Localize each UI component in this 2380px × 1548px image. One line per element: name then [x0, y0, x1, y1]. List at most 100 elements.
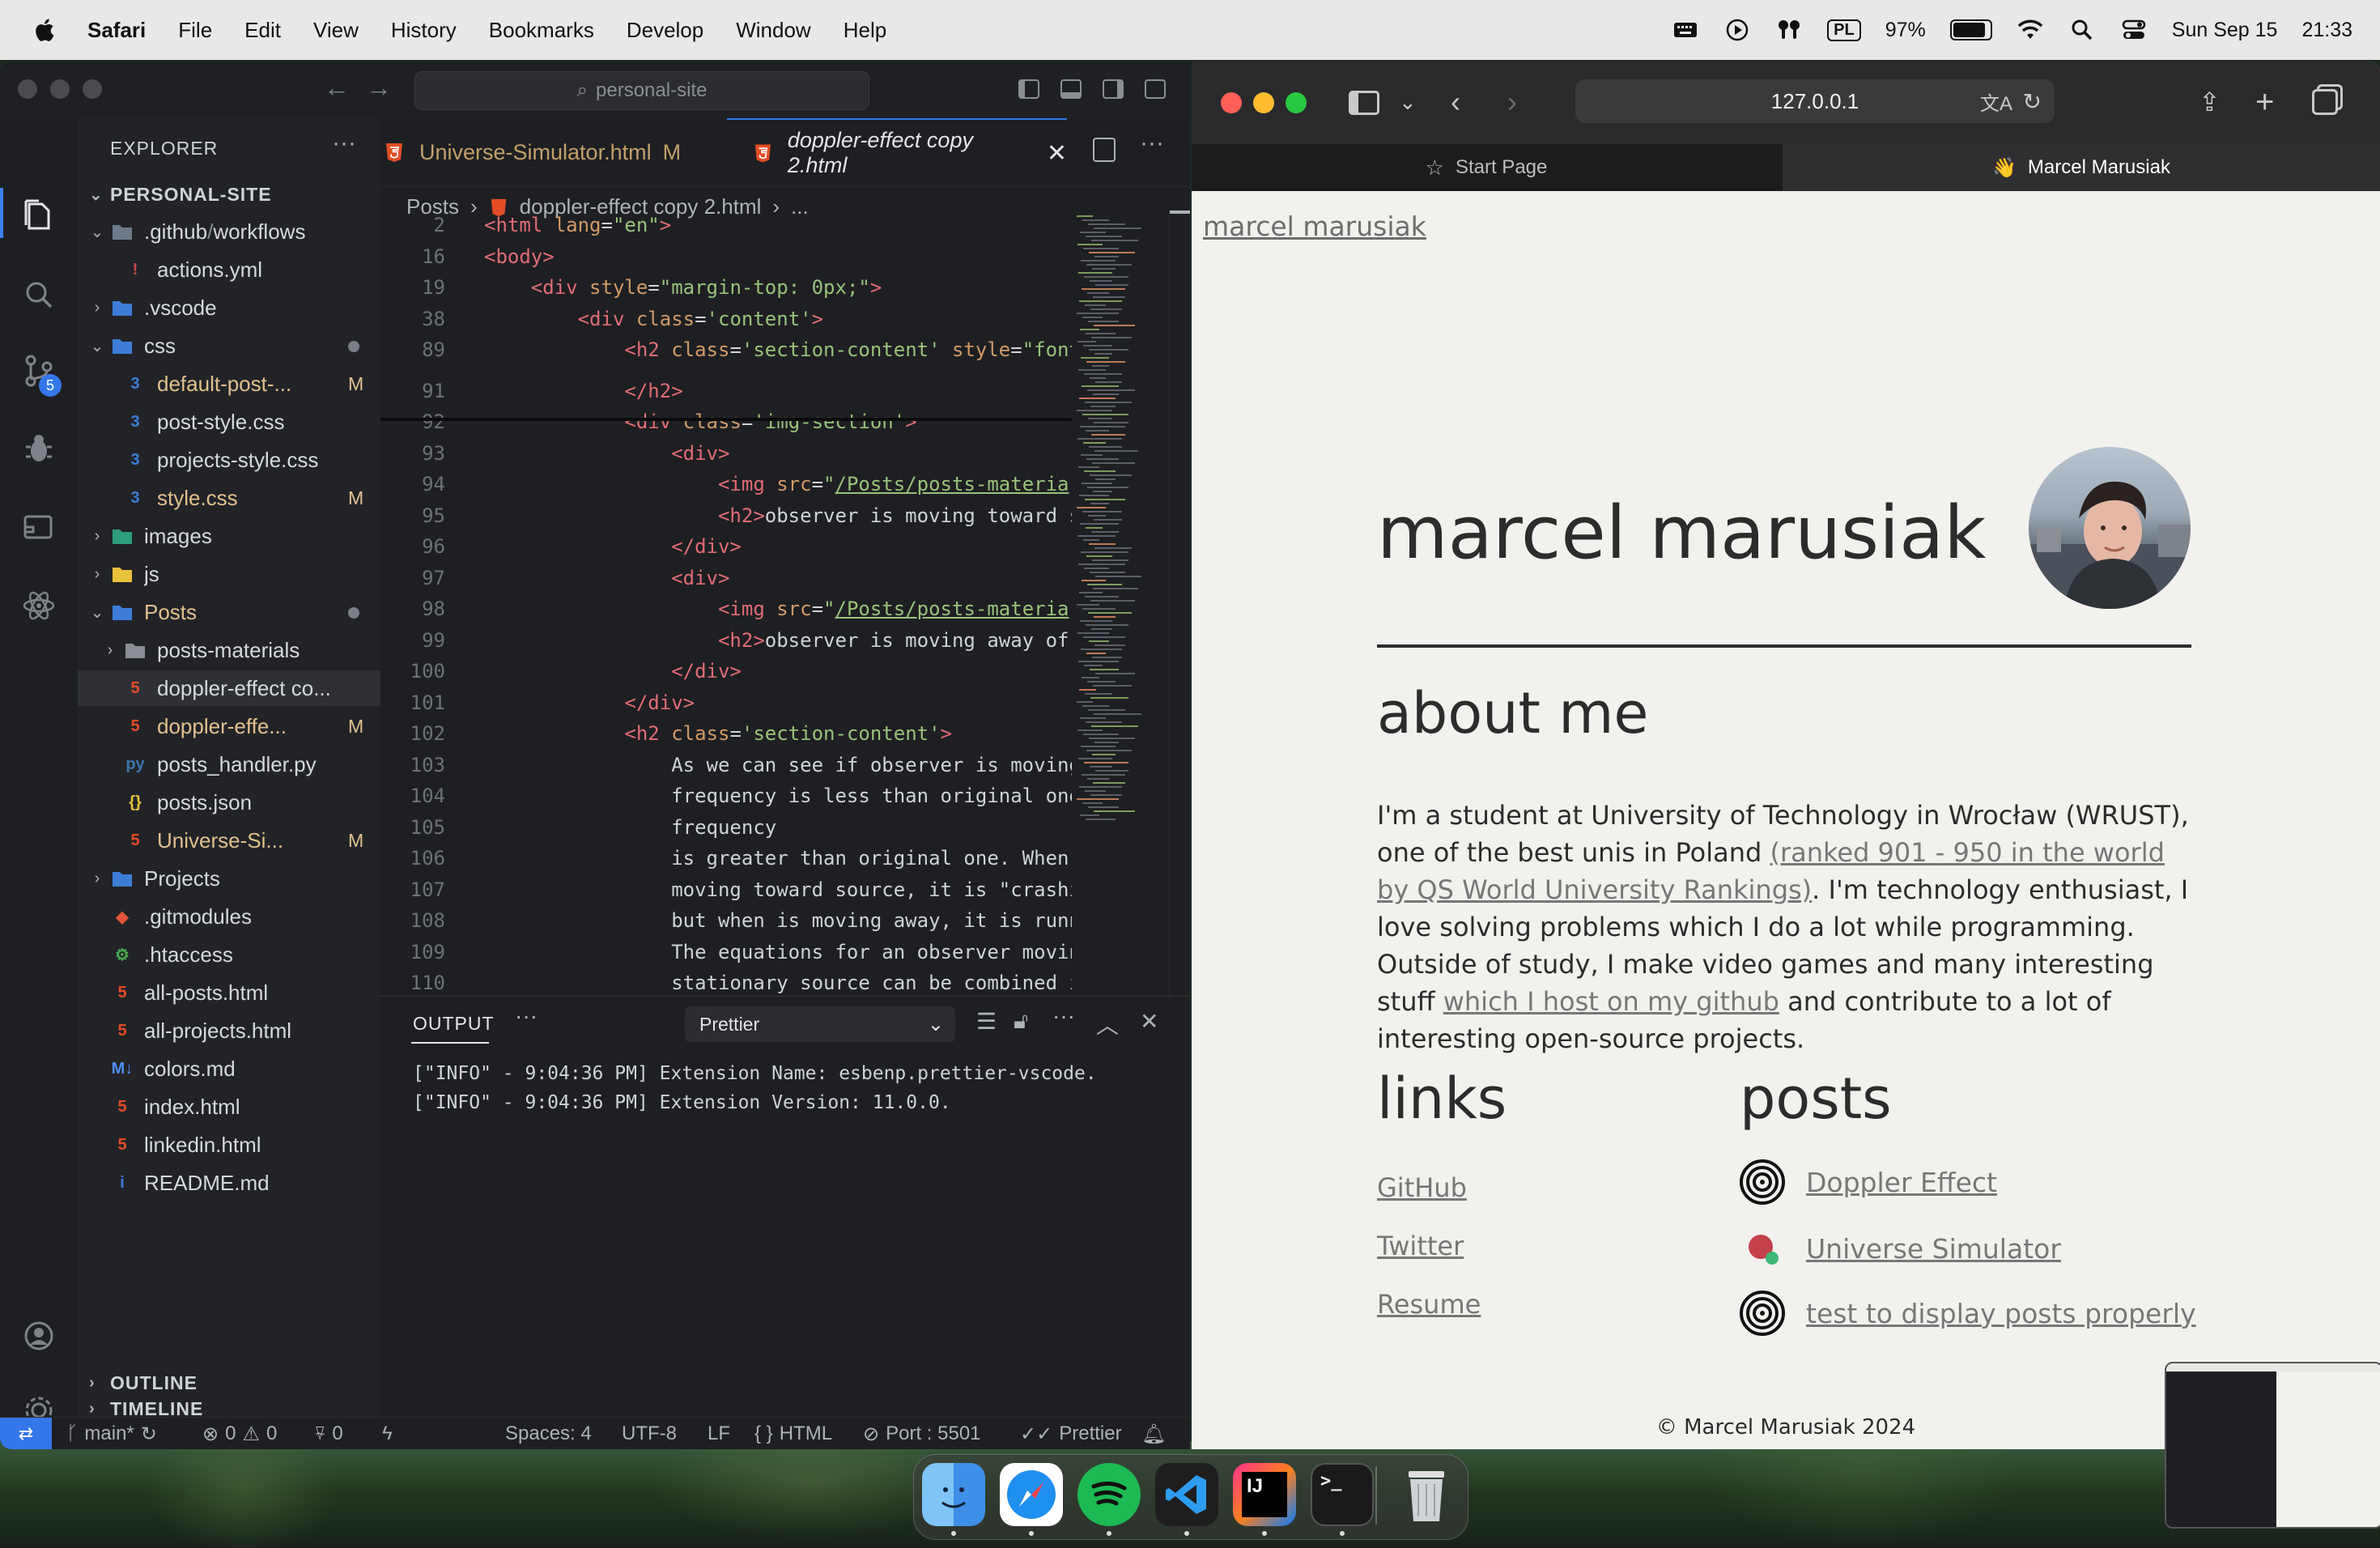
tab-start-page[interactable]: ☆ Start Page — [1192, 144, 1781, 191]
translate-icon[interactable]: 文A — [1980, 87, 2012, 116]
tree-item[interactable]: 3 post-style.css — [78, 404, 380, 440]
screenshot-thumbnail[interactable] — [2165, 1362, 2380, 1529]
clear-output-icon[interactable]: ☰ — [976, 1008, 997, 1035]
tree-item[interactable]: 5 doppler-effe... M — [78, 708, 380, 744]
tab-marcel-marusiak[interactable]: 👋 Marcel Marusiak — [1783, 144, 2380, 191]
tree-item[interactable]: › Projects — [78, 861, 380, 896]
trash-icon[interactable] — [1395, 1463, 1458, 1526]
toggle-sidebar-icon[interactable] — [1018, 79, 1039, 99]
vscode-icon[interactable] — [1155, 1463, 1218, 1526]
forward-chevron-icon[interactable]: › — [1507, 86, 1517, 118]
window-minimize-button[interactable] — [1253, 92, 1274, 113]
tree-item[interactable]: 5 index.html — [78, 1089, 380, 1125]
tree-item[interactable]: › posts-materials — [78, 632, 380, 668]
input-source-badge[interactable]: PL — [1827, 19, 1861, 41]
control-center-icon[interactable] — [2120, 18, 2148, 42]
chevron-right-icon[interactable]: › — [102, 641, 118, 660]
branch-indicator[interactable]: ᚴ main* ↻ — [66, 1418, 157, 1449]
tree-item[interactable]: › images — [78, 518, 380, 554]
tree-item[interactable]: ⚙ .htaccess — [78, 937, 380, 972]
tree-item[interactable]: 5 linkedin.html — [78, 1127, 380, 1163]
spotify-icon[interactable] — [1077, 1463, 1141, 1526]
tree-item[interactable]: 5 doppler-effect co... — [78, 670, 380, 706]
terminal-icon[interactable]: >_ — [1311, 1463, 1374, 1526]
notifications-bell-icon[interactable]: 🔔︎ — [1141, 1418, 1166, 1449]
chevron-right-icon[interactable]: › — [89, 527, 105, 546]
window-zoom-button[interactable] — [83, 79, 102, 99]
explorer-icon[interactable] — [21, 198, 57, 233]
editor-scrollbar[interactable] — [1169, 211, 1190, 996]
menu-view[interactable]: View — [313, 18, 359, 43]
tree-item[interactable]: ⌄ Posts — [78, 594, 380, 630]
tree-item[interactable]: › js — [78, 556, 380, 592]
indentation-indicator[interactable]: Spaces: 4 — [505, 1418, 592, 1449]
tab-overview-icon[interactable] — [2312, 89, 2338, 115]
spotlight-search-icon[interactable] — [2068, 18, 2096, 42]
window-zoom-button[interactable] — [1286, 92, 1307, 113]
tree-item[interactable]: M↓ colors.md — [78, 1051, 380, 1087]
back-chevron-icon[interactable]: ‹ — [1451, 86, 1460, 118]
menu-window[interactable]: Window — [736, 18, 810, 43]
post-item[interactable]: test to display posts properly — [1740, 1291, 2196, 1336]
output-channel-select[interactable]: Prettier ⌄ — [685, 1006, 955, 1042]
react-extension-icon[interactable] — [21, 588, 57, 623]
output-more-actions-icon[interactable]: ··· — [1052, 1003, 1075, 1029]
account-icon[interactable] — [21, 1318, 57, 1354]
tree-item[interactable]: 3 projects-style.css — [78, 442, 380, 478]
menu-bookmarks[interactable]: Bookmarks — [489, 18, 594, 43]
finder-icon[interactable] — [922, 1463, 985, 1526]
tree-item[interactable]: ⌄ css — [78, 328, 380, 364]
new-tab-plus-icon[interactable]: + — [2255, 86, 2274, 118]
chevron-down-icon[interactable]: ⌄ — [89, 336, 105, 356]
window-close-button[interactable] — [1221, 92, 1242, 113]
minimap[interactable] — [1072, 211, 1169, 996]
tab-universe-simulator[interactable]: Universe-Simulator.html M — [380, 118, 724, 186]
tree-item[interactable]: ! actions.yml — [78, 252, 380, 287]
github-link[interactable]: GitHub — [1377, 1172, 1467, 1203]
code-editor[interactable]: 2 <html lang="en"> 16 <body> 19 <div style="… — [380, 211, 1072, 996]
output-tab[interactable]: OUTPUT — [413, 1013, 495, 1035]
scrollbar-thumb[interactable] — [1170, 211, 1190, 214]
tree-item[interactable]: 3 style.css M — [78, 480, 380, 516]
window-minimize-button[interactable] — [50, 79, 70, 99]
tree-item[interactable]: › .vscode — [78, 290, 380, 325]
forward-arrow-icon[interactable]: → — [366, 73, 392, 103]
github-projects-link[interactable]: which I host on my github — [1443, 986, 1779, 1017]
maximize-panel-icon[interactable]: ︿ — [1096, 1008, 1119, 1040]
back-arrow-icon[interactable]: ← — [324, 73, 350, 103]
toggle-panel-icon[interactable] — [1060, 79, 1082, 99]
tree-item[interactable]: py posts_handler.py — [78, 746, 380, 782]
tree-item[interactable]: 5 all-posts.html — [78, 975, 380, 1010]
post-item[interactable]: Universe Simulator — [1740, 1226, 2061, 1271]
menubar-time[interactable]: 21:33 — [2301, 19, 2352, 42]
menubar-date[interactable]: Sun Sep 15 — [2172, 19, 2278, 42]
wifi-icon[interactable] — [2017, 18, 2044, 42]
debug-icon[interactable] — [21, 431, 57, 466]
chevron-right-icon[interactable]: › — [89, 870, 105, 888]
tree-item[interactable]: 5 Universe-Si... M — [78, 823, 380, 858]
play-icon[interactable] — [1723, 18, 1751, 42]
intellij-idea-icon[interactable]: IJ — [1233, 1463, 1296, 1526]
panel-more-icon[interactable]: ··· — [515, 1003, 538, 1029]
home-link[interactable]: marcel marusiak — [1203, 211, 1426, 242]
problems-indicator[interactable]: ⊗ 0 ⚠ 0 — [202, 1418, 277, 1449]
window-close-button[interactable] — [18, 79, 37, 99]
share-icon[interactable]: ⇪ — [2199, 86, 2221, 118]
menu-file[interactable]: File — [178, 18, 212, 43]
chevron-down-icon[interactable]: ⌄ — [1399, 86, 1417, 118]
resume-link[interactable]: Resume — [1377, 1289, 1481, 1320]
outline-section[interactable]: › OUTLINE — [78, 1365, 392, 1401]
address-bar[interactable]: 127.0.0.1 文A ↻ — [1575, 79, 2055, 123]
toggle-secondary-sidebar-icon[interactable] — [1103, 79, 1124, 99]
tree-item[interactable]: ⌄ .github / workflows — [78, 214, 380, 249]
encoding-indicator[interactable]: UTF-8 — [622, 1418, 677, 1449]
live-server-indicator[interactable]: ⊘ Port : 5501 — [863, 1418, 981, 1449]
lock-scroll-icon[interactable]: 🔓︎ — [1014, 1008, 1028, 1035]
explorer-more-actions-icon[interactable]: ··· — [332, 130, 356, 157]
reload-icon[interactable]: ↻ — [2023, 88, 2042, 115]
remote-indicator-icon[interactable]: ⇄ — [0, 1418, 52, 1449]
language-indicator[interactable]: { } HTML — [754, 1418, 832, 1449]
chevron-right-icon[interactable]: › — [89, 299, 105, 317]
editor-more-actions-icon[interactable]: ··· — [1140, 130, 1164, 157]
chevron-down-icon[interactable]: ⌄ — [89, 222, 105, 242]
